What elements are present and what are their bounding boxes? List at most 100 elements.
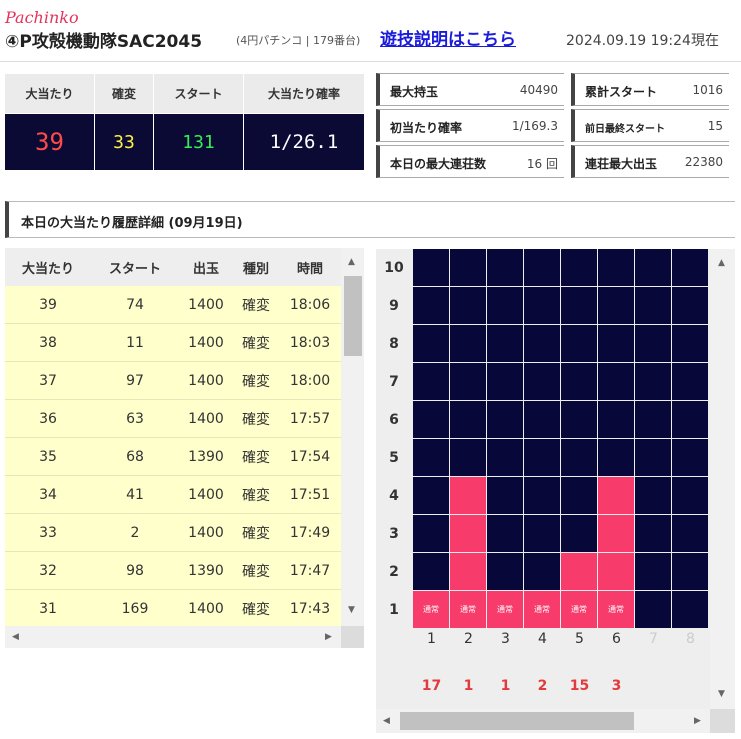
table-cell: 確変 — [242, 335, 270, 352]
chain-cell — [413, 287, 449, 324]
history-vertical-scrollbar[interactable]: ▲ ▼ — [341, 248, 364, 626]
mini-stat-first-hit: 初当たり確率 1/169.3 — [376, 109, 564, 142]
chain-cell — [487, 401, 523, 438]
mini-stat-label: 前日最終スタート — [585, 124, 665, 135]
scroll-down-icon[interactable]: ▼ — [718, 689, 725, 699]
chain-cell — [561, 439, 597, 476]
table-cell: 11 — [126, 334, 144, 351]
table-cell: 1400 — [188, 524, 224, 541]
scroll-up-icon[interactable]: ▲ — [718, 258, 725, 268]
mini-stat-label: 最大持玉 — [390, 85, 439, 99]
table-cell: 確変 — [242, 297, 270, 314]
chain-cell — [672, 249, 708, 286]
table-cell: 17:49 — [289, 524, 331, 541]
history-title: 本日の大当たり履歴詳細 (09月19日) — [21, 216, 243, 231]
chain-cell — [487, 325, 523, 362]
chain-cell — [413, 553, 449, 590]
table-cell: 1400 — [188, 334, 224, 351]
scroll-corner — [710, 709, 735, 733]
table-cell: 確変 — [242, 601, 270, 618]
x-axis-label: 6 — [612, 631, 621, 647]
mini-stat-total-start: 累計スタート 1016 — [571, 73, 729, 106]
chain-cell — [450, 249, 486, 286]
chain-cell — [561, 401, 597, 438]
table-cell: 1400 — [188, 296, 224, 313]
table-cell: 1400 — [188, 600, 224, 617]
table-cell: 31 — [39, 600, 57, 617]
table-cell: 17:57 — [289, 410, 331, 427]
chain-cell-hit — [450, 477, 486, 514]
chain-cell-hit — [598, 553, 634, 590]
scroll-right-icon[interactable]: ▶ — [325, 632, 332, 642]
timestamp: 2024.09.19 19:24現在 — [566, 33, 719, 49]
scroll-thumb[interactable] — [400, 712, 634, 730]
chain-cell — [413, 477, 449, 514]
table-row: 37 97 1400 確変 18:00 — [5, 362, 341, 400]
history-horizontal-scrollbar[interactable]: ◀ ▶ — [5, 626, 341, 648]
mini-stat-value: 22380 — [684, 155, 723, 169]
x-axis-label: 7 — [649, 631, 658, 647]
table-row: 31 169 1400 確変 17:43 — [5, 590, 341, 628]
history-table: 大当たり スタート 出玉 種別 時間 39 74 1400 確変 18:06 38 11 14… — [5, 248, 364, 648]
scroll-thumb[interactable] — [344, 276, 362, 356]
guide-link[interactable]: 遊技説明はこちら — [380, 25, 516, 50]
table-cell: 17:51 — [289, 486, 331, 503]
chain-cell — [524, 325, 560, 362]
scroll-up-icon[interactable]: ▲ — [348, 257, 355, 267]
stat-value-probability: 1/26.1 — [244, 114, 364, 170]
chain-cell — [598, 249, 634, 286]
y-axis-label: 1 — [389, 601, 399, 618]
normal-tag: 通常 — [534, 605, 550, 614]
chain-count: 1 — [463, 678, 474, 694]
table-cell: 33 — [39, 524, 57, 541]
scroll-corner — [341, 626, 364, 648]
history-section-header: 本日の大当たり履歴詳細 (09月19日) — [5, 201, 735, 238]
chain-cell — [413, 439, 449, 476]
chain-cell — [524, 515, 560, 552]
chain-cell — [524, 363, 560, 400]
normal-tag: 通常 — [497, 605, 513, 614]
chain-cell — [450, 325, 486, 362]
x-axis-label: 8 — [686, 631, 695, 647]
chain-cell — [672, 553, 708, 590]
big-stats-panel: 大当たり 確変 スタート 大当たり確率 39 33 131 1/26.1 — [5, 74, 364, 170]
chain-cell — [672, 515, 708, 552]
table-cell: 確変 — [242, 449, 270, 466]
chain-cell — [450, 287, 486, 324]
table-cell: 1390 — [188, 448, 224, 465]
mini-stat-value: 15 — [707, 119, 723, 133]
scroll-left-icon[interactable]: ◀ — [12, 632, 19, 642]
table-cell: 68 — [126, 448, 144, 465]
mini-stat-label: 連荘最大出玉 — [585, 157, 658, 171]
table-cell: 37 — [39, 372, 57, 389]
table-cell: 32 — [39, 562, 57, 579]
table-cell: 17:47 — [289, 562, 331, 579]
normal-tag: 通常 — [571, 605, 587, 614]
table-row: 35 68 1390 確変 17:54 — [5, 438, 341, 476]
table-cell: 74 — [126, 296, 144, 313]
scroll-left-icon[interactable]: ◀ — [383, 716, 390, 726]
table-cell: 169 — [121, 600, 149, 617]
chain-cell — [672, 287, 708, 324]
chain-cell — [635, 439, 671, 476]
table-cell: 1390 — [188, 562, 224, 579]
stat-header-kakuhen: 確変 — [95, 74, 153, 113]
mini-stat-max-payout: 連荘最大出玉 22380 — [571, 145, 729, 178]
chain-cell — [487, 439, 523, 476]
chain-cell — [524, 287, 560, 324]
chain-cell — [672, 363, 708, 400]
scroll-down-icon[interactable]: ▼ — [348, 605, 355, 615]
chart-horizontal-scrollbar[interactable]: ◀ ▶ — [376, 709, 710, 733]
chain-cell-hit — [450, 553, 486, 590]
chain-cell — [450, 401, 486, 438]
chain-cell — [598, 363, 634, 400]
chain-cell — [598, 439, 634, 476]
chain-count: 17 — [421, 678, 442, 694]
table-row: 39 74 1400 確変 18:06 — [5, 286, 341, 324]
table-cell: 98 — [126, 562, 144, 579]
chart-vertical-scrollbar[interactable]: ▲ ▼ — [710, 249, 735, 709]
scroll-right-icon[interactable]: ▶ — [694, 716, 701, 726]
chain-count: 2 — [537, 678, 548, 694]
y-axis-label: 4 — [389, 487, 399, 504]
chain-cell — [561, 515, 597, 552]
